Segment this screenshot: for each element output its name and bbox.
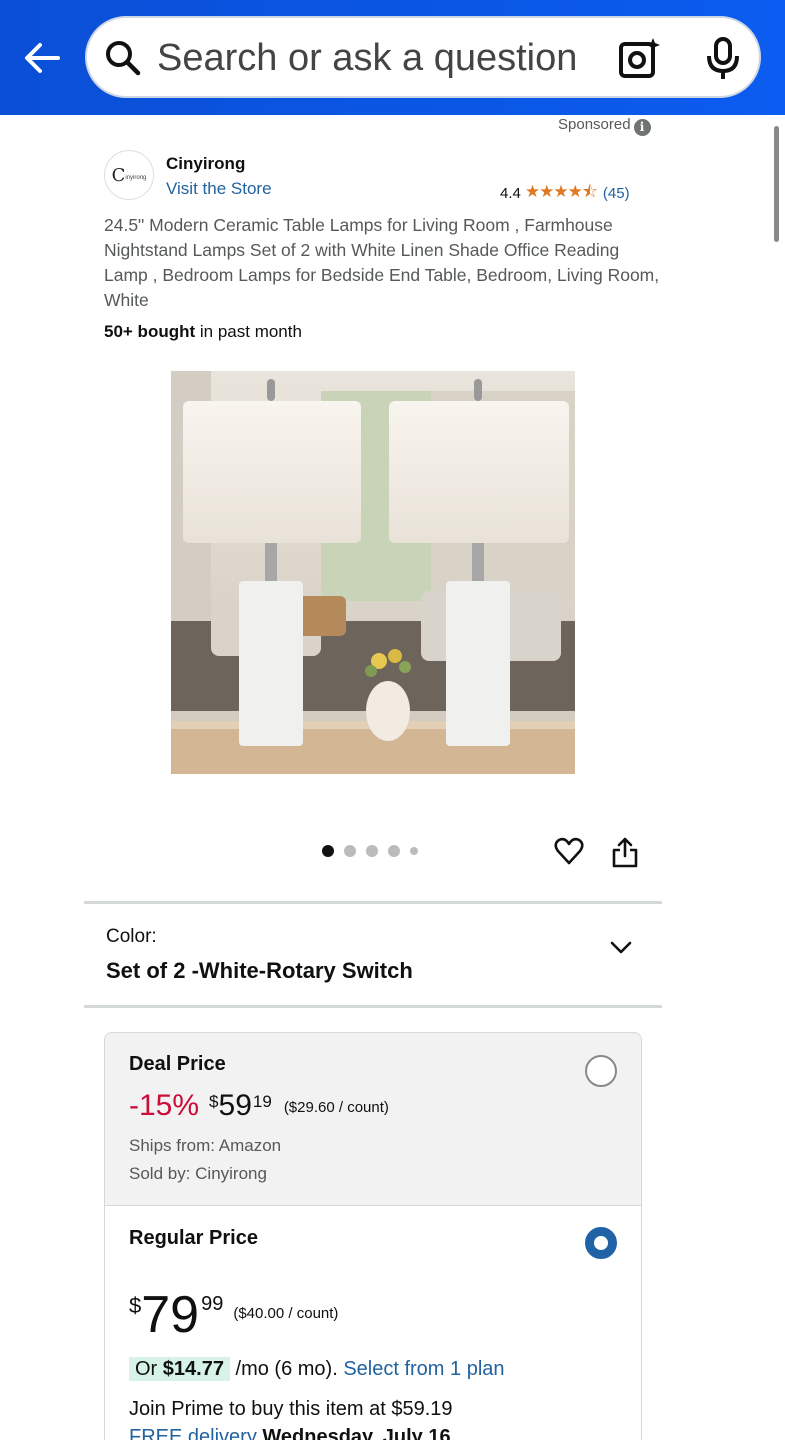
visit-store-link[interactable]: Visit the Store [166, 179, 272, 199]
back-arrow-icon[interactable] [18, 34, 66, 82]
bought-in-past-month: 50+ bought in past month [104, 322, 302, 342]
carousel-dot-4[interactable] [388, 845, 400, 857]
search-input[interactable] [157, 34, 607, 82]
regular-price-radio[interactable] [585, 1227, 617, 1259]
color-selector[interactable]: Color: Set of 2 -White-Rotary Switch [84, 901, 662, 1008]
color-label: Color: [106, 926, 157, 947]
monthly-amount: $14.77 [162, 1358, 224, 1380]
rating-value: 4.4 [500, 185, 521, 202]
carousel-dot-3[interactable] [366, 845, 378, 857]
scrollbar[interactable] [774, 126, 779, 242]
heart-icon[interactable] [554, 836, 584, 866]
deal-price-whole: 59 [218, 1089, 252, 1122]
monthly-payment: Or $14.77 /mo (6 mo). Select from 1 plan [129, 1357, 505, 1381]
rating[interactable]: 4.4 ★★★★⯪ (45) [500, 179, 630, 208]
delivery-date: Wednesday, July 16 [256, 1426, 451, 1440]
bought-suffix: in past month [195, 322, 302, 341]
color-value: Set of 2 -White-Rotary Switch [106, 958, 413, 983]
price-options: Deal Price -15% $ 59 19 ($29.60 / count)… [104, 1032, 642, 1440]
brand-name: Cinyirong [166, 154, 246, 173]
monthly-suffix: /mo (6 mo). [229, 1358, 344, 1380]
discount-percent: -15% [129, 1089, 200, 1122]
monthly-prefix: Or [135, 1358, 163, 1380]
sold-by: Sold by: Cinyirong [129, 1164, 267, 1183]
deal-currency: $ [209, 1092, 219, 1111]
bought-count: 50+ bought [104, 322, 196, 341]
regular-price-label: Regular Price [129, 1227, 258, 1249]
microphone-icon[interactable] [703, 36, 743, 82]
camera-lens-icon[interactable] [617, 36, 663, 82]
regular-currency: $ [129, 1293, 142, 1318]
free-delivery-link[interactable]: FREE delivery [129, 1426, 257, 1440]
star-rating-icon: ★★★★⯪ [524, 182, 598, 201]
deal-per-count: ($29.60 / count) [283, 1099, 389, 1116]
join-prime-text[interactable]: Join Prime to buy this item at $59.19 [129, 1398, 453, 1421]
top-search-bar [0, 0, 785, 115]
product-title[interactable]: 24.5" Modern Ceramic Table Lamps for Liv… [104, 213, 664, 313]
info-icon[interactable]: i [633, 119, 651, 136]
search-icon [106, 41, 141, 76]
product-image[interactable] [171, 371, 575, 774]
select-plan-link[interactable]: Select from 1 plan [343, 1358, 504, 1380]
brand-logo-letter: C [111, 164, 126, 186]
brand-logo[interactable]: Cinyirong [104, 150, 154, 200]
share-icon[interactable] [611, 836, 639, 868]
sponsored-text: Sponsored [558, 116, 631, 133]
chevron-down-icon[interactable] [610, 940, 632, 956]
search-box[interactable] [85, 16, 761, 98]
carousel-dot-1[interactable] [322, 845, 334, 857]
regular-price-fraction: 99 [201, 1293, 224, 1315]
carousel-dot-2[interactable] [344, 845, 356, 857]
deal-price-label: Deal Price [129, 1053, 226, 1075]
deal-price-fraction: 19 [252, 1092, 272, 1111]
carousel-dots[interactable] [322, 845, 418, 857]
regular-price-whole: 79 [141, 1286, 200, 1344]
brand-logo-text: inyirong [125, 175, 147, 181]
ships-from: Ships from: Amazon [129, 1136, 282, 1155]
delivery-info: FREE delivery Wednesday, July 16 [129, 1426, 451, 1440]
regular-per-count: ($40.00 / count) [233, 1305, 339, 1322]
regular-price-line: $ 79 99 ($40.00 / count) [129, 1287, 338, 1343]
deal-price-line: -15% $ 59 19 ($29.60 / count) [129, 1089, 389, 1123]
sponsored-label[interactable]: Sponsored i [558, 116, 651, 136]
monthly-badge: Or $14.77 [129, 1357, 230, 1381]
carousel-dot-5[interactable] [410, 847, 418, 855]
deal-price-option[interactable]: Deal Price -15% $ 59 19 ($29.60 / count)… [105, 1033, 641, 1206]
review-count[interactable]: (45) [603, 185, 630, 202]
deal-price-radio[interactable] [585, 1055, 617, 1087]
